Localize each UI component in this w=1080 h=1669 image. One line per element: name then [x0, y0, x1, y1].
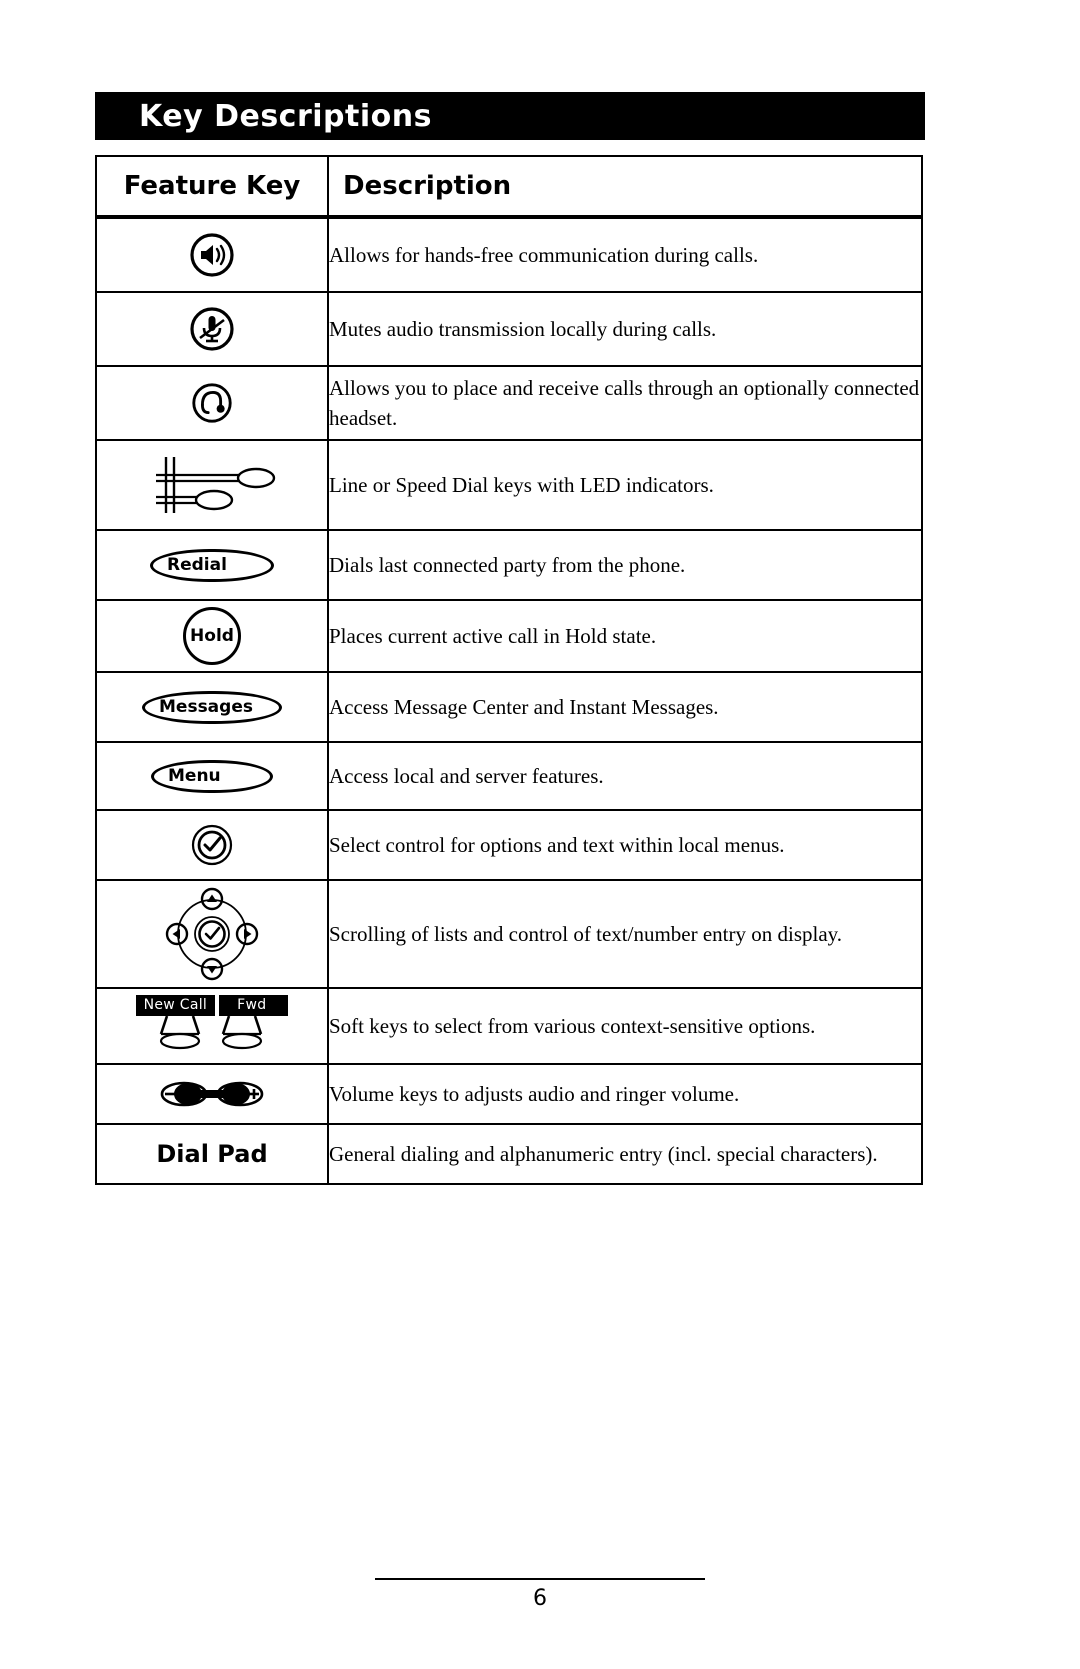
- column-header-description: Description: [327, 155, 923, 219]
- description-cell: Access local and server features.: [327, 741, 923, 811]
- menu-key-icon: Menu: [97, 759, 327, 793]
- feature-key-cell: [95, 1063, 329, 1125]
- select-checkmark-icon: [97, 821, 327, 869]
- soft-key-label-strip: New Call Fwd: [135, 995, 289, 1016]
- navigation-cluster-icon: [97, 886, 327, 982]
- menu-key-label: Menu: [151, 759, 273, 793]
- description-cell: Access Message Center and Instant Messag…: [327, 671, 923, 743]
- feature-key-cell: Menu: [95, 741, 329, 811]
- description-cell: Allows for hands-free communication duri…: [327, 216, 923, 293]
- hold-key-icon: Hold: [97, 607, 327, 665]
- line-speed-dial-keys-icon: [97, 453, 327, 517]
- column-header-feature-key: Feature Key: [95, 155, 329, 219]
- table-row: Menu Access local and server features.: [95, 741, 923, 811]
- footer-divider: [375, 1578, 705, 1580]
- dial-pad-label: Dial Pad: [156, 1140, 268, 1168]
- description-cell: Soft keys to select from various context…: [327, 987, 923, 1065]
- feature-key-cell: Hold: [95, 599, 329, 673]
- key-descriptions-table: Feature Key Description Allows for hands…: [95, 155, 923, 1185]
- page-footer: 6: [0, 1578, 1080, 1611]
- feature-key-cell: [95, 809, 329, 881]
- messages-key-label: Messages: [142, 690, 282, 724]
- table-row: Hold Places current active call in Hold …: [95, 599, 923, 673]
- description-cell: Allows you to place and receive calls th…: [327, 365, 923, 441]
- redial-key-icon: Redial: [97, 548, 327, 582]
- hold-key-label: Hold: [183, 607, 241, 665]
- page-number: 6: [533, 1586, 547, 1611]
- table-row: Allows you to place and receive calls th…: [95, 365, 923, 441]
- table-row: Line or Speed Dial keys with LED indicat…: [95, 439, 923, 531]
- page-title: Key Descriptions: [139, 98, 432, 134]
- feature-key-cell: New Call Fwd: [95, 987, 329, 1065]
- description-cell: Line or Speed Dial keys with LED indicat…: [327, 439, 923, 531]
- table-row: New Call Fwd Soft keys to select from va…: [95, 987, 923, 1065]
- table-row: Messages Access Message Center and Insta…: [95, 671, 923, 743]
- speakerphone-icon: [97, 231, 327, 279]
- table-header-row: Feature Key Description: [95, 155, 923, 219]
- table-row: Select control for options and text with…: [95, 809, 923, 881]
- soft-key-label-new-call: New Call: [135, 995, 216, 1016]
- description-cell: Mutes audio transmission locally during …: [327, 291, 923, 367]
- feature-key-cell: Messages: [95, 671, 329, 743]
- mute-microphone-icon: [97, 305, 327, 353]
- description-cell: Volume keys to adjusts audio and ringer …: [327, 1063, 923, 1125]
- soft-keys-icon: New Call Fwd: [97, 995, 327, 1057]
- feature-key-cell: [95, 291, 329, 367]
- description-cell: General dialing and alphanumeric entry (…: [327, 1123, 923, 1185]
- feature-key-cell: [95, 365, 329, 441]
- messages-key-icon: Messages: [97, 690, 327, 724]
- volume-keys-icon: [97, 1077, 327, 1111]
- table-row: Redial Dials last connected party from t…: [95, 529, 923, 601]
- description-cell: Select control for options and text with…: [327, 809, 923, 881]
- table-row: Dial Pad General dialing and alphanumeri…: [95, 1123, 923, 1185]
- feature-key-cell: Dial Pad: [95, 1123, 329, 1185]
- description-cell: Places current active call in Hold state…: [327, 599, 923, 673]
- feature-key-cell: [95, 879, 329, 989]
- table-row: Scrolling of lists and control of text/n…: [95, 879, 923, 989]
- feature-key-cell: [95, 439, 329, 531]
- feature-key-cell: Redial: [95, 529, 329, 601]
- table-row: Allows for hands-free communication duri…: [95, 216, 923, 293]
- table-row: Volume keys to adjusts audio and ringer …: [95, 1063, 923, 1125]
- description-cell: Dials last connected party from the phon…: [327, 529, 923, 601]
- description-cell: Scrolling of lists and control of text/n…: [327, 879, 923, 989]
- feature-key-cell: [95, 216, 329, 293]
- page-title-banner: Key Descriptions: [95, 92, 925, 140]
- soft-key-label-fwd: Fwd: [219, 995, 289, 1016]
- headset-icon: [97, 380, 327, 426]
- redial-key-label: Redial: [150, 548, 274, 582]
- table-row: Mutes audio transmission locally during …: [95, 291, 923, 367]
